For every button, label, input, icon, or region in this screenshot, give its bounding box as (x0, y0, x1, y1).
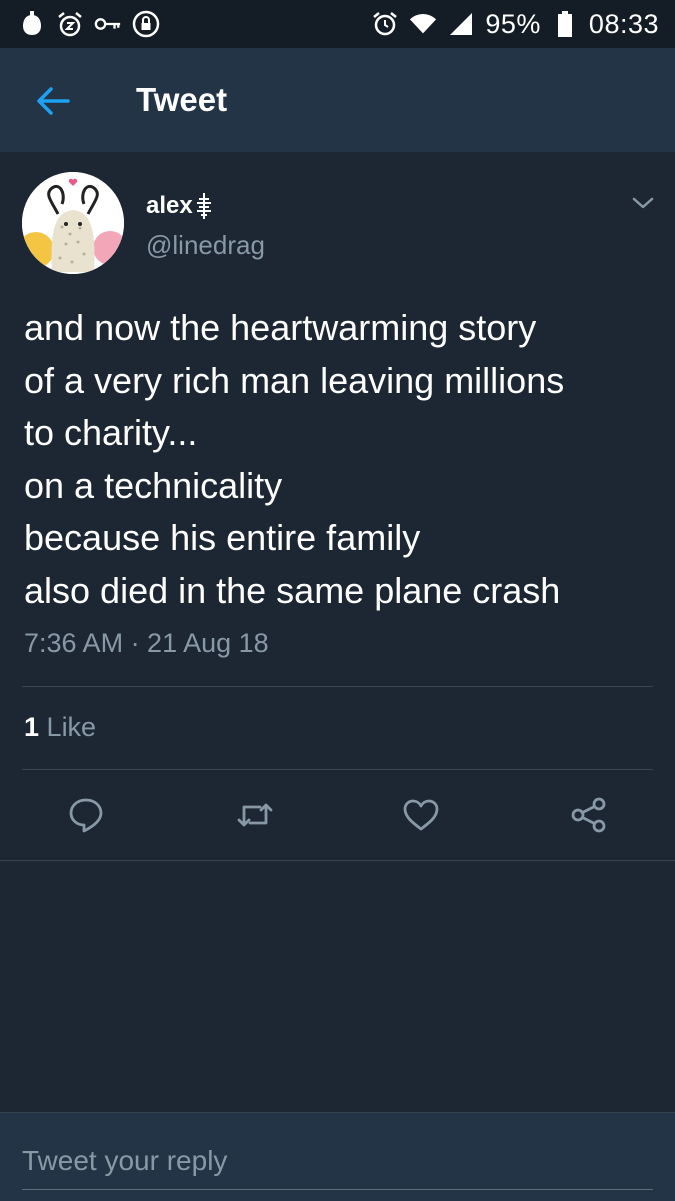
status-bar: 95% 08:33 (0, 0, 675, 48)
wifi-icon (409, 10, 437, 38)
chevron-down-icon (628, 188, 658, 218)
tweet-text-line: to charity... (24, 412, 198, 453)
soundwave-emoji-icon (195, 192, 213, 220)
tweet-text-line: and now the heartwarming story (24, 307, 537, 348)
status-icons-right: 95% 08:33 (371, 8, 659, 40)
share-button[interactable] (566, 792, 612, 838)
like-icon (401, 795, 441, 835)
alarm-icon (371, 10, 399, 38)
vpn-key-icon (94, 10, 122, 38)
share-icon (569, 795, 609, 835)
tweet-text-line: of a very rich man leaving millions (24, 359, 565, 401)
page-title: Tweet (136, 81, 228, 118)
divider (22, 769, 653, 770)
clock: 08:33 (588, 8, 659, 39)
likes-count[interactable]: 1 Like (24, 712, 96, 743)
battery-icon (551, 10, 579, 38)
back-button[interactable] (30, 78, 76, 124)
like-button[interactable] (398, 792, 444, 838)
tweet-text: and now the heartwarming story of a very… (24, 302, 664, 617)
battery-saver-icon (18, 10, 46, 38)
reply-input-underline (22, 1189, 653, 1190)
status-icons-left (18, 8, 160, 40)
reply-button[interactable] (63, 792, 109, 838)
author-name-text: alex (146, 192, 193, 219)
tweet-card: alex @linedrag and now the heartwarming … (0, 152, 675, 861)
likes-number: 1 (24, 712, 40, 742)
signal-icon (447, 10, 475, 38)
reply-bar (0, 1112, 675, 1201)
tweet-text-line: also died in the same plane crash (24, 569, 561, 611)
author-name[interactable]: alex (146, 192, 213, 220)
tweet-timestamp[interactable]: 7:36 AM · 21 Aug 18 (24, 628, 269, 659)
battery-percentage: 95% (485, 8, 541, 39)
reply-input[interactable] (22, 1141, 653, 1181)
retweet-button[interactable] (232, 792, 278, 838)
lock-circle-icon (132, 10, 160, 38)
tweet-menu-button[interactable] (628, 188, 658, 218)
reply-icon (66, 795, 106, 835)
divider (22, 686, 653, 687)
author-handle[interactable]: @linedrag (146, 230, 265, 261)
arrow-left-icon (36, 86, 70, 116)
tweet-text-line: on a technicality (24, 464, 283, 506)
alarm-snooze-icon (56, 10, 84, 38)
avatar[interactable] (22, 172, 124, 274)
likes-label: Like (46, 712, 97, 742)
tweet-text-line: because his entire family (24, 517, 421, 558)
retweet-icon (235, 795, 275, 835)
app-header: Tweet (0, 48, 675, 152)
